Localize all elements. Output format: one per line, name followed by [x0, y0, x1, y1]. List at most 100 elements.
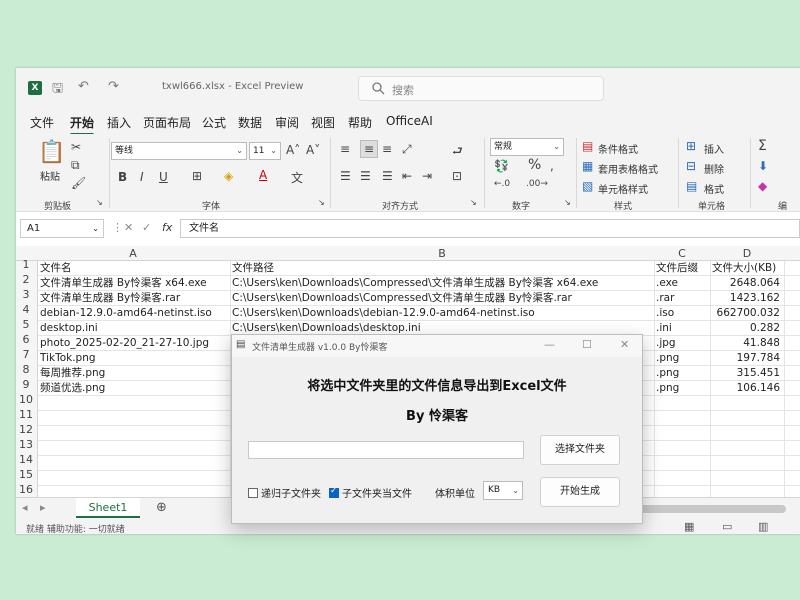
row-header[interactable]: 12	[16, 423, 36, 436]
folder-path-input[interactable]	[248, 441, 524, 459]
insert-cells-button[interactable]: 插入	[704, 141, 724, 156]
copy-icon[interactable]: ⧉	[71, 158, 80, 173]
row-header[interactable]: 16	[16, 483, 36, 496]
table-cell[interactable]: 0.282	[710, 321, 782, 336]
table-cell[interactable]: 315.451	[710, 366, 782, 381]
table-cell[interactable]: 106.146	[710, 381, 782, 396]
row-header[interactable]: 11	[16, 408, 36, 421]
delete-cells-button[interactable]: 删除	[704, 161, 724, 176]
row-header[interactable]: 13	[16, 438, 36, 451]
table-cell[interactable]: .png	[654, 381, 708, 396]
table-cell[interactable]: C:\Users\ken\Downloads\Compressed\文件清单生成…	[230, 276, 652, 291]
table-cell[interactable]: .rar	[654, 291, 708, 306]
conditional-format-icon[interactable]: ▤	[582, 139, 593, 153]
menu-help[interactable]: 帮助	[348, 114, 372, 131]
row-header[interactable]: 6	[16, 333, 36, 346]
prev-sheet-icon[interactable]: ◂	[22, 501, 28, 514]
row-header[interactable]: 9	[16, 378, 36, 391]
menu-view[interactable]: 视图	[311, 114, 335, 131]
align-top-icon[interactable]: ≡	[340, 142, 350, 156]
table-cell[interactable]: desktop.ini	[38, 321, 228, 336]
align-center-icon[interactable]: ☰	[360, 169, 371, 183]
increase-decimal-icon[interactable]: ←.0	[494, 179, 510, 189]
font-name-select[interactable]: 等线 ⌄	[111, 142, 247, 160]
align-left-icon[interactable]: ☰	[340, 169, 351, 183]
font-size-select[interactable]: 11 ⌄	[249, 142, 281, 160]
redo-icon[interactable]: ↷	[108, 79, 119, 94]
table-cell[interactable]: .png	[654, 351, 708, 366]
maximize-icon[interactable]: ☐	[582, 338, 592, 351]
delete-cells-icon[interactable]: ⊟	[686, 159, 696, 173]
add-sheet-icon[interactable]: ⊕	[156, 500, 167, 515]
row-header[interactable]: 5	[16, 318, 36, 331]
paste-button[interactable]: 粘贴	[40, 168, 60, 183]
clipboard-icon[interactable]: 📋	[38, 140, 65, 165]
unit-select[interactable]: KB ⌄	[483, 481, 523, 500]
format-table-button[interactable]: 套用表格格式	[598, 161, 658, 176]
table-cell[interactable]: 文件后缀	[654, 261, 708, 276]
table-cell[interactable]: 662700.032	[710, 306, 782, 321]
start-generate-button[interactable]: 开始生成	[540, 477, 620, 507]
row-header[interactable]: 2	[16, 273, 36, 286]
menu-page-layout[interactable]: 页面布局	[143, 114, 191, 131]
autosum-icon[interactable]: Σ	[758, 138, 767, 154]
menu-formulas[interactable]: 公式	[202, 114, 226, 131]
table-cell[interactable]: 1423.162	[710, 291, 782, 306]
table-cell[interactable]: 文件路径	[230, 261, 652, 276]
merge-center-icon[interactable]: ⊡	[452, 169, 462, 183]
dialog-launcher-icon[interactable]: ↘	[470, 198, 477, 207]
clear-icon[interactable]: ◆	[758, 179, 767, 193]
close-icon[interactable]: ✕	[620, 338, 629, 351]
table-cell[interactable]: 文件清单生成器 By怜渠客.rar	[38, 291, 228, 306]
table-cell[interactable]: 文件名	[38, 261, 228, 276]
table-cell[interactable]: 41.848	[710, 336, 782, 351]
table-cell[interactable]: .jpg	[654, 336, 708, 351]
format-table-icon[interactable]: ▦	[582, 159, 593, 173]
page-break-view-icon[interactable]: ▥	[758, 520, 768, 533]
increase-indent-icon[interactable]: ⇥	[422, 169, 432, 183]
table-cell[interactable]: .png	[654, 366, 708, 381]
table-cell[interactable]: C:\Users\ken\Downloads\debian-12.9.0-amd…	[230, 306, 652, 321]
insert-cells-icon[interactable]: ⊞	[686, 139, 696, 153]
orientation-icon[interactable]: ⤢	[402, 142, 412, 157]
wrap-text-icon[interactable]: ⮐	[452, 142, 463, 163]
decrease-font-icon[interactable]: A˅	[306, 143, 320, 157]
dialog-launcher-icon[interactable]: ↘	[96, 198, 103, 207]
number-format-select[interactable]: 常规 ⌄	[490, 138, 564, 156]
row-header[interactable]: 4	[16, 303, 36, 316]
horizontal-scrollbar[interactable]	[636, 505, 786, 513]
insert-function-icon[interactable]: fx	[162, 221, 172, 234]
cut-icon[interactable]: ✂	[71, 140, 81, 154]
conditional-format-button[interactable]: 条件格式	[598, 141, 638, 156]
menu-review[interactable]: 审阅	[275, 114, 299, 131]
row-header[interactable]: 10	[16, 393, 36, 406]
format-cells-button[interactable]: 格式	[704, 181, 724, 196]
name-box[interactable]: A1 ⌄	[20, 219, 104, 238]
column-header-a[interactable]: A	[38, 247, 228, 260]
table-cell[interactable]: 197.784	[710, 351, 782, 366]
search-box[interactable]: 搜索	[358, 76, 604, 101]
table-cell[interactable]: .exe	[654, 276, 708, 291]
sheet-tab-sheet1[interactable]: Sheet1	[76, 498, 140, 518]
increase-font-icon[interactable]: A˄	[286, 143, 300, 157]
dialog-launcher-icon[interactable]: ↘	[318, 198, 325, 207]
currency-icon[interactable]: 💱	[494, 159, 509, 173]
italic-button[interactable]: I	[140, 170, 144, 184]
phonetic-icon[interactable]: 文	[291, 169, 303, 186]
table-cell[interactable]: .iso	[654, 306, 708, 321]
percent-button[interactable]: %	[528, 157, 541, 173]
normal-view-icon[interactable]: ▦	[684, 520, 694, 533]
comma-style-icon[interactable]: ,	[550, 159, 554, 173]
subfolder-as-file-checkbox[interactable]: 子文件夹当文件	[329, 485, 412, 500]
align-right-icon[interactable]: ☰	[382, 169, 393, 183]
align-middle-icon[interactable]: ≡	[360, 140, 379, 158]
table-cell[interactable]: 2648.064	[710, 276, 782, 291]
menu-officeai[interactable]: OfficeAI	[386, 114, 433, 128]
row-header[interactable]: 8	[16, 363, 36, 376]
table-cell[interactable]: 文件清单生成器 By怜渠客 x64.exe	[38, 276, 228, 291]
choose-folder-button[interactable]: 选择文件夹	[540, 435, 620, 465]
table-cell[interactable]: debian-12.9.0-amd64-netinst.iso	[38, 306, 228, 321]
align-bottom-icon[interactable]: ≡	[382, 142, 392, 156]
enter-icon[interactable]: ✓	[142, 221, 151, 234]
fill-icon[interactable]: ⬇	[758, 159, 768, 173]
